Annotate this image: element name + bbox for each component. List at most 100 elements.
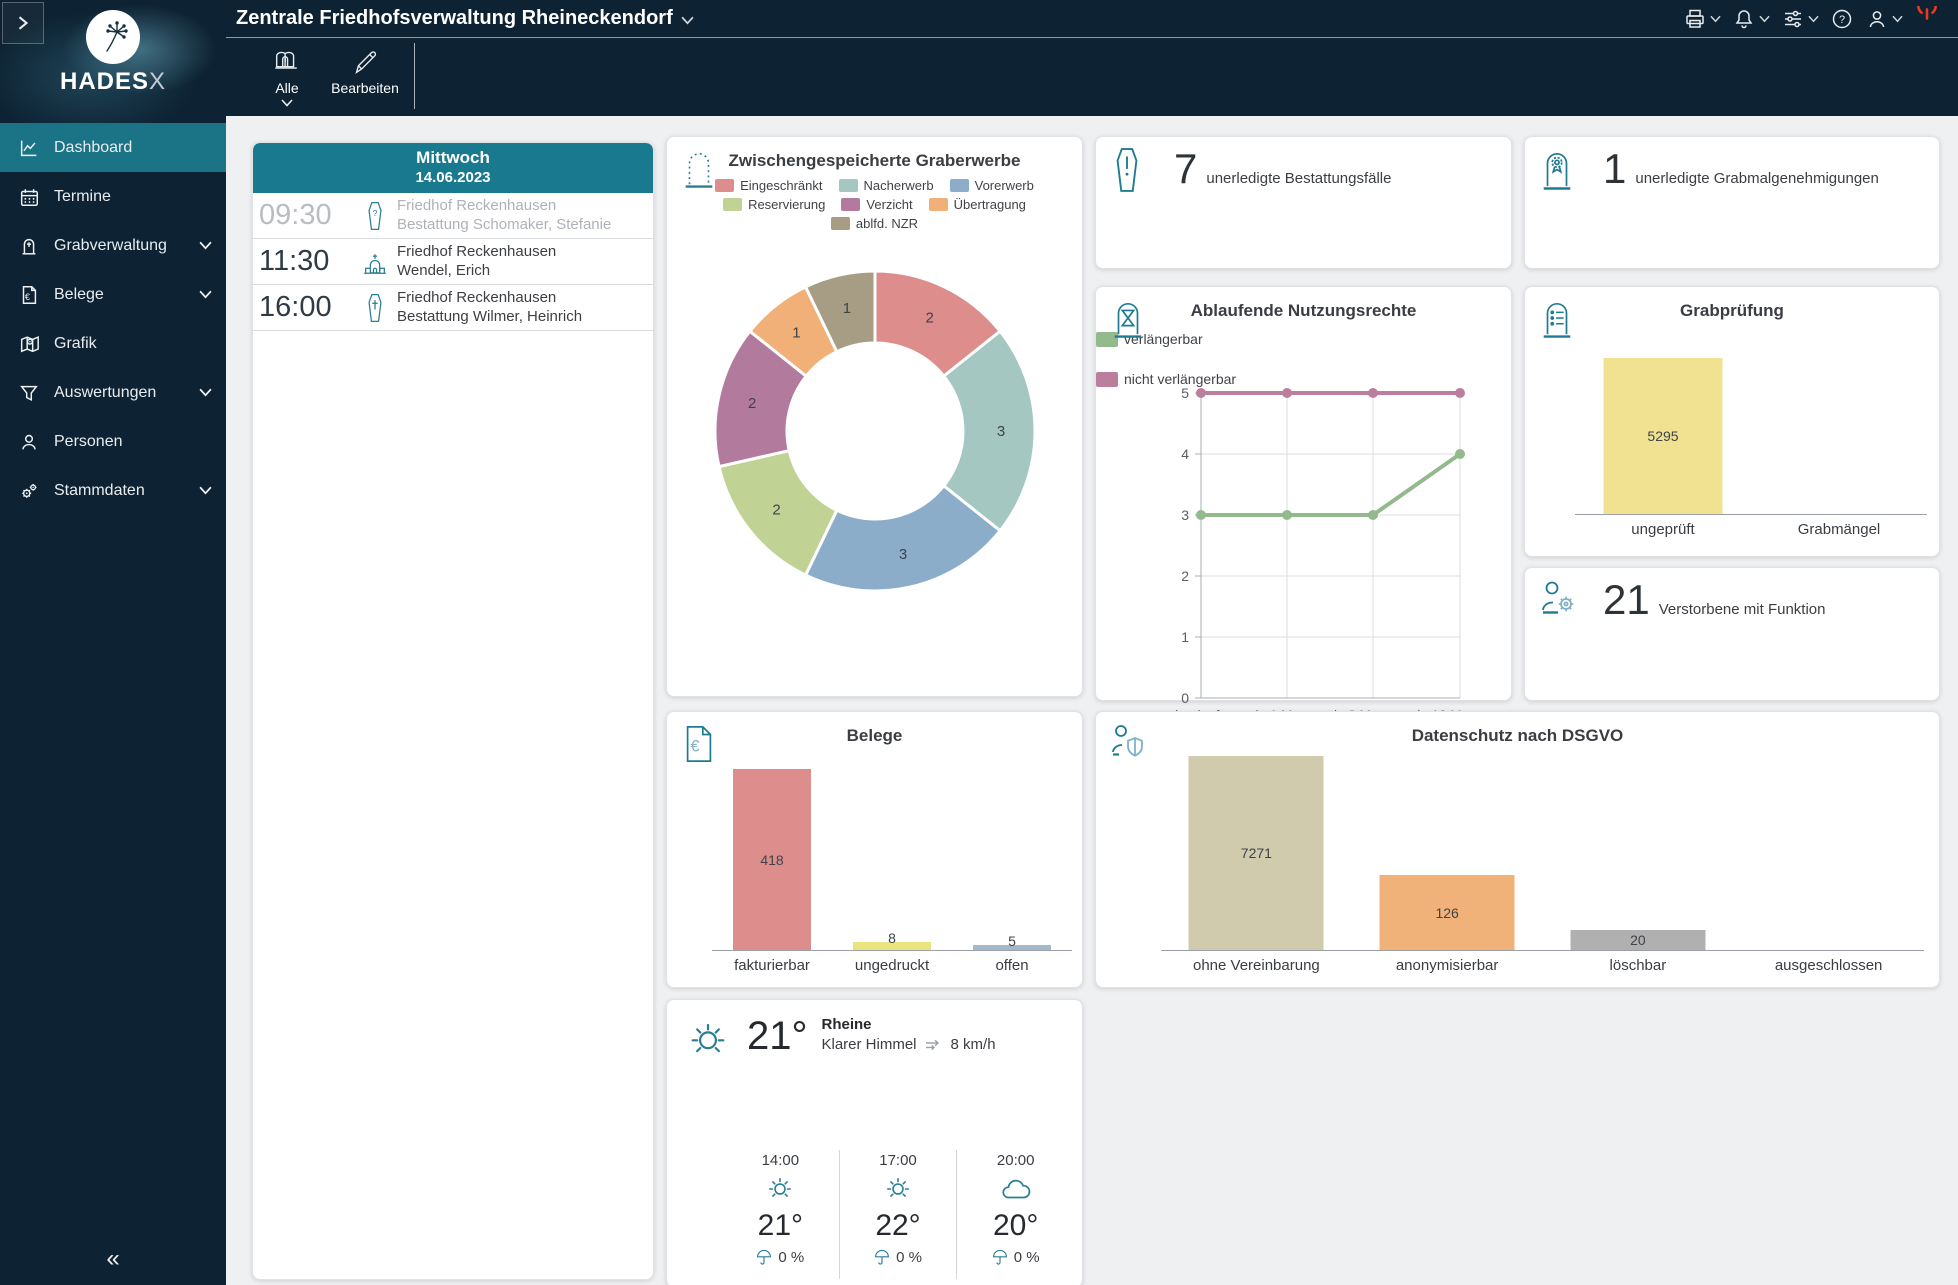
power-icon[interactable] bbox=[1912, 4, 1942, 34]
legend-item-Eingeschränkt[interactable]: Eingeschränkt bbox=[715, 178, 823, 193]
bar-value: 126 bbox=[1435, 904, 1459, 921]
legend-item-Verzicht[interactable]: Verzicht bbox=[841, 197, 913, 212]
data-point[interactable] bbox=[1455, 449, 1465, 459]
card-title: Belege bbox=[846, 726, 903, 745]
sidebar-item-label: Stammdaten bbox=[54, 481, 145, 499]
help-icon[interactable]: ? bbox=[1828, 5, 1856, 33]
forecast-precip-row: 0 % bbox=[840, 1249, 957, 1266]
svg-text:?: ? bbox=[373, 208, 378, 218]
sidebar-item-personen[interactable]: Personen bbox=[0, 417, 226, 466]
legend-swatch bbox=[928, 198, 948, 211]
sidebar-item-auswertungen[interactable]: Auswertungen bbox=[0, 368, 226, 417]
legend-item-Reservierung[interactable]: Reservierung bbox=[723, 197, 825, 212]
bar-column-fakturierbar: 418 bbox=[712, 765, 832, 950]
calendar-card: Mittwoch 14.06.2023 09:30 ? Friedhof Rec… bbox=[252, 142, 654, 1280]
data-point[interactable] bbox=[1282, 388, 1292, 398]
data-point[interactable] bbox=[1455, 388, 1465, 398]
entry-line2: Bestattung Wilmer, Heinrich bbox=[397, 307, 583, 325]
legend-item-ablfd. NZR[interactable]: ablfd. NZR bbox=[830, 216, 918, 231]
brand-text: HADESX bbox=[0, 68, 226, 96]
sidebar-item-belege[interactable]: € Belege bbox=[0, 270, 226, 319]
weather-current: 21° Rheine Klarer Himmel 8 km/h bbox=[667, 1000, 1082, 1062]
bar-track: 418 8 5 bbox=[712, 765, 1072, 951]
data-point[interactable] bbox=[1368, 510, 1378, 520]
hadesx-logo bbox=[86, 10, 140, 64]
legend-item-verlängerbar[interactable]: verlängerbar bbox=[1096, 331, 1511, 347]
sidebar-item-dashboard[interactable]: Dashboard bbox=[0, 123, 226, 172]
data-point[interactable] bbox=[1196, 388, 1206, 398]
weather-condition: Klarer Himmel bbox=[821, 1036, 917, 1053]
sidebar-item-grabverwaltung[interactable]: Grabverwaltung bbox=[0, 221, 226, 270]
line-series-verlängerbar[interactable] bbox=[1201, 452, 1462, 517]
legend-item-Übertragung[interactable]: Übertragung bbox=[928, 197, 1026, 212]
alle-button[interactable]: Alle bbox=[248, 38, 326, 107]
entry-time: 16:00 bbox=[259, 291, 332, 323]
legend-item-Nacherwerb[interactable]: Nacherwerb bbox=[838, 178, 934, 193]
brand-bold: HADES bbox=[59, 68, 149, 95]
gravestone-hourglass-icon bbox=[1109, 297, 1147, 341]
data-point[interactable] bbox=[1196, 510, 1206, 520]
cloud-icon bbox=[957, 1171, 1074, 1207]
bar-category-label: ohne Vereinbarung bbox=[1192, 957, 1320, 974]
calendar-entry[interactable]: 11:30 Friedhof Reckenhausen Wendel, Eric… bbox=[253, 239, 653, 285]
weather-wind: 8 km/h bbox=[950, 1036, 996, 1053]
sidebar-item-label: Grabverwaltung bbox=[54, 236, 167, 254]
bearbeiten-label: Bearbeiten bbox=[331, 80, 399, 96]
forecast-temp: 20° bbox=[992, 1209, 1039, 1242]
bearbeiten-button[interactable]: Bearbeiten bbox=[326, 38, 404, 96]
forecast-precip: 0 % bbox=[1013, 1249, 1040, 1266]
svg-text:€: € bbox=[690, 738, 699, 756]
settings-sliders-icon[interactable] bbox=[1779, 5, 1821, 33]
current-info: Rheine Klarer Himmel 8 km/h bbox=[822, 1016, 996, 1053]
coffin-cross-icon bbox=[359, 293, 391, 323]
legend-swatch bbox=[841, 198, 861, 211]
chevron-down-icon bbox=[1808, 15, 1819, 22]
entry-line2: Wendel, Erich bbox=[397, 261, 491, 279]
y-tick-label: 0 bbox=[1181, 690, 1189, 706]
title-chevron-icon[interactable] bbox=[681, 16, 694, 25]
legend-label: Reservierung bbox=[748, 197, 826, 212]
person-icon bbox=[17, 430, 41, 454]
chevron-down-icon bbox=[199, 241, 212, 250]
verstorbene-card: 21 Verstorbene mit Funktion bbox=[1524, 567, 1940, 701]
notifications-icon[interactable] bbox=[1730, 5, 1772, 33]
entry-text: Friedhof Reckenhausen Wendel, Erich bbox=[397, 243, 556, 280]
card-title: Datenschutz nach DSGVO bbox=[1411, 726, 1624, 745]
data-point[interactable] bbox=[1282, 510, 1292, 520]
calendar-entry[interactable]: 09:30 ? Friedhof Reckenhausen Bestattung… bbox=[253, 193, 653, 239]
stat-value: 7 bbox=[1174, 145, 1198, 192]
person-shield-icon bbox=[1109, 722, 1151, 766]
church-icon bbox=[359, 248, 391, 276]
bar-track: 5295 bbox=[1575, 358, 1927, 515]
sidebar-item-grafik[interactable]: Grafik bbox=[0, 319, 226, 368]
weather-condition-row: Klarer Himmel 8 km/h bbox=[822, 1036, 996, 1053]
nutzungsrechte-line-svg: 012345abgelaufenin 1 Monatin 3 Monatenin… bbox=[1168, 387, 1503, 723]
chevron-down-icon bbox=[199, 388, 212, 397]
sidebar-item-termine[interactable]: Termine bbox=[0, 172, 226, 221]
bar-category-label: offen bbox=[995, 957, 1029, 974]
legend-swatch bbox=[949, 179, 969, 192]
bar-column-Grabmängel bbox=[1751, 358, 1927, 514]
nutzungsrechte-legend: verlängerbar nicht verlängerbar bbox=[1096, 331, 1511, 387]
data-point[interactable] bbox=[1368, 388, 1378, 398]
donut-slice-value: 3 bbox=[996, 423, 1004, 440]
bar-category-label: Grabmängel bbox=[1797, 521, 1881, 538]
legend-swatch bbox=[838, 179, 858, 192]
sidebar-item-stammdaten[interactable]: Stammdaten bbox=[0, 466, 226, 515]
printer-icon[interactable] bbox=[1681, 5, 1723, 33]
legend-item-nicht verlängerbar[interactable]: nicht verlängerbar bbox=[1096, 371, 1511, 387]
calendar-entry[interactable]: 16:00 Friedhof Reckenhausen Bestattung W… bbox=[253, 285, 653, 331]
stat-inner: 1 unerledigte Grabmalgenehmigungen bbox=[1525, 137, 1939, 193]
bar-column-löschbar: 20 bbox=[1543, 755, 1734, 950]
sidebar-expand-button[interactable] bbox=[2, 2, 44, 44]
calendar-header: Mittwoch 14.06.2023 bbox=[253, 143, 653, 193]
legend-label: Eingeschränkt bbox=[740, 178, 823, 193]
grabpruefung-card: Grabprüfung 5295 ungeprüft Grabmängel bbox=[1524, 286, 1940, 557]
dashboard-content: Mittwoch 14.06.2023 09:30 ? Friedhof Rec… bbox=[226, 116, 1958, 1285]
bar-categories: fakturierbar ungedruckt offen bbox=[712, 957, 1072, 974]
user-icon[interactable] bbox=[1863, 5, 1905, 33]
sidebar-collapse-button[interactable]: « bbox=[0, 1233, 226, 1285]
entry-time: 11:30 bbox=[259, 245, 330, 277]
funnel-icon bbox=[17, 381, 41, 405]
legend-item-Vorerwerb[interactable]: Vorerwerb bbox=[949, 178, 1034, 193]
